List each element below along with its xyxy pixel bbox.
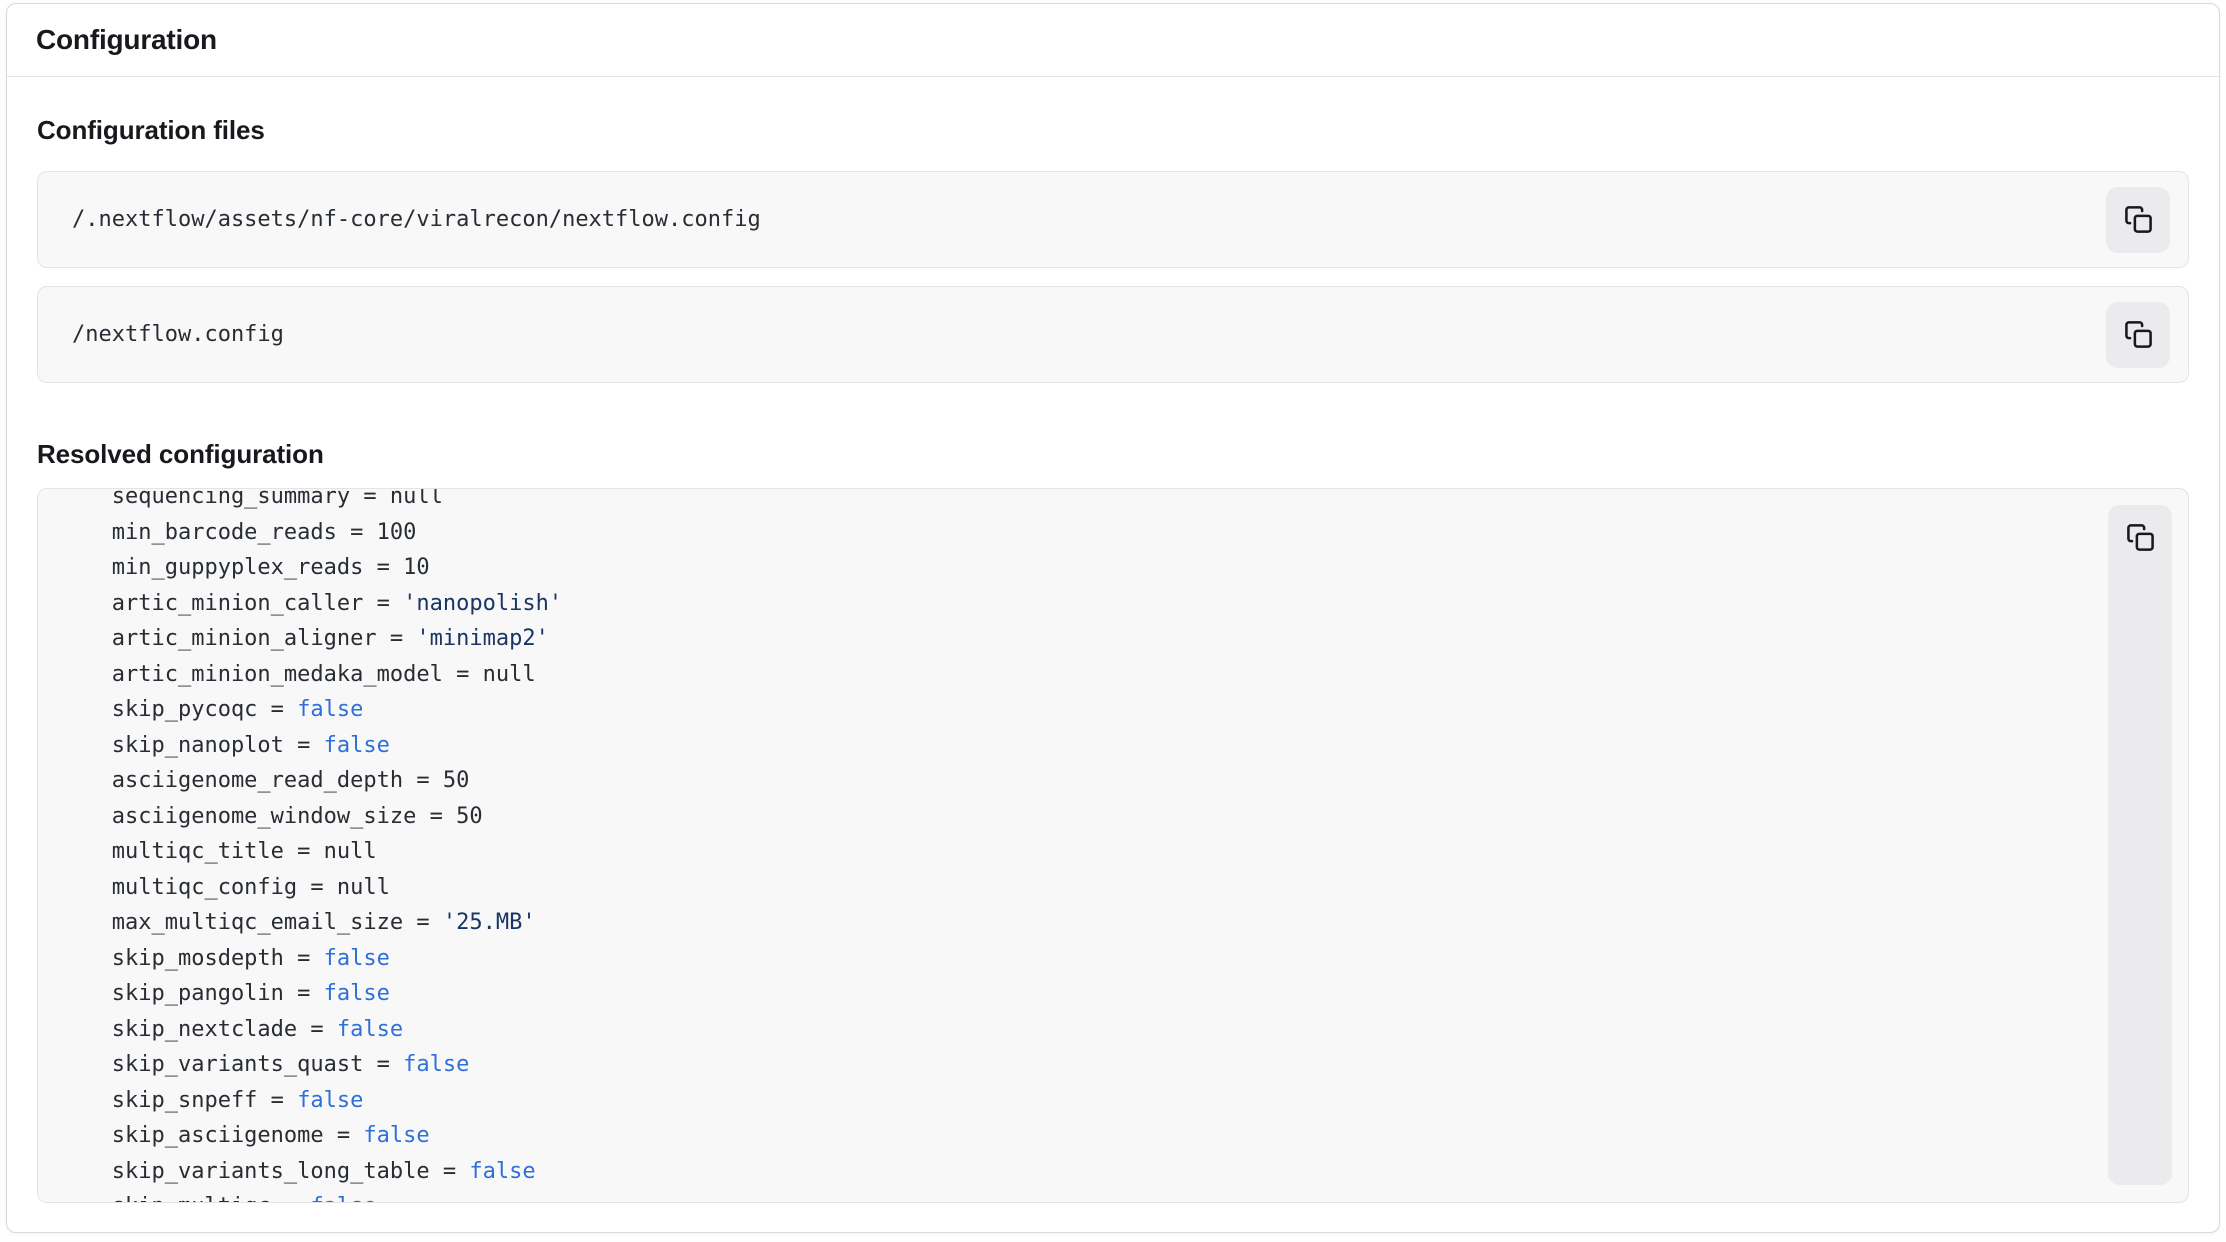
- config-line: skip_variants_quast = false: [72, 1047, 2088, 1083]
- config-line: multiqc_config = null: [72, 870, 2088, 906]
- config-line: min_barcode_reads = 100: [72, 515, 2088, 551]
- page-title: Configuration: [36, 24, 217, 56]
- config-line: skip_multiqc = false: [72, 1189, 2088, 1202]
- config-file-path: /.nextflow/assets/nf-core/viralrecon/nex…: [72, 207, 761, 232]
- resolved-config-box: sequencing_summary = null min_barcode_re…: [37, 488, 2189, 1203]
- copy-icon: [2124, 319, 2153, 350]
- config-line: skip_nextclade = false: [72, 1012, 2088, 1048]
- config-file-path: /nextflow.config: [72, 322, 284, 347]
- config-line: artic_minion_medaka_model = null: [72, 657, 2088, 693]
- copy-button[interactable]: [2106, 187, 2170, 253]
- copy-icon: [2126, 522, 2155, 553]
- config-line: asciigenome_read_depth = 50: [72, 763, 2088, 799]
- resolved-config-code: sequencing_summary = null min_barcode_re…: [72, 489, 2088, 1202]
- config-line: artic_minion_aligner = 'minimap2': [72, 621, 2088, 657]
- config-line: skip_snpeff = false: [72, 1083, 2088, 1119]
- config-line: skip_mosdepth = false: [72, 941, 2088, 977]
- config-line: skip_variants_long_table = false: [72, 1154, 2088, 1190]
- config-line: min_guppyplex_reads = 10: [72, 550, 2088, 586]
- copy-button[interactable]: [2108, 505, 2172, 1185]
- config-line: skip_asciigenome = false: [72, 1118, 2088, 1154]
- config-file-item: /nextflow.config: [37, 286, 2189, 383]
- config-file-item: /.nextflow/assets/nf-core/viralrecon/nex…: [37, 171, 2189, 268]
- resolved-heading: Resolved configuration: [37, 439, 2189, 469]
- card-header: Configuration: [7, 4, 2219, 77]
- configuration-card: Configuration Configuration files /.next…: [6, 3, 2220, 1233]
- config-line: skip_pycoqc = false: [72, 692, 2088, 728]
- config-line: multiqc_title = null: [72, 834, 2088, 870]
- copy-button[interactable]: [2106, 302, 2170, 368]
- config-line: asciigenome_window_size = 50: [72, 799, 2088, 835]
- files-heading: Configuration files: [37, 115, 2189, 145]
- config-line: skip_pangolin = false: [72, 976, 2088, 1012]
- config-line: max_multiqc_email_size = '25.MB': [72, 905, 2088, 941]
- card-body: Configuration files /.nextflow/assets/nf…: [7, 115, 2219, 1203]
- resolved-config-scroll-area[interactable]: sequencing_summary = null min_barcode_re…: [38, 489, 2188, 1202]
- config-line: skip_nanoplot = false: [72, 728, 2088, 764]
- config-line: artic_minion_caller = 'nanopolish': [72, 586, 2088, 622]
- config-line: sequencing_summary = null: [72, 489, 2088, 515]
- copy-icon: [2124, 204, 2153, 235]
